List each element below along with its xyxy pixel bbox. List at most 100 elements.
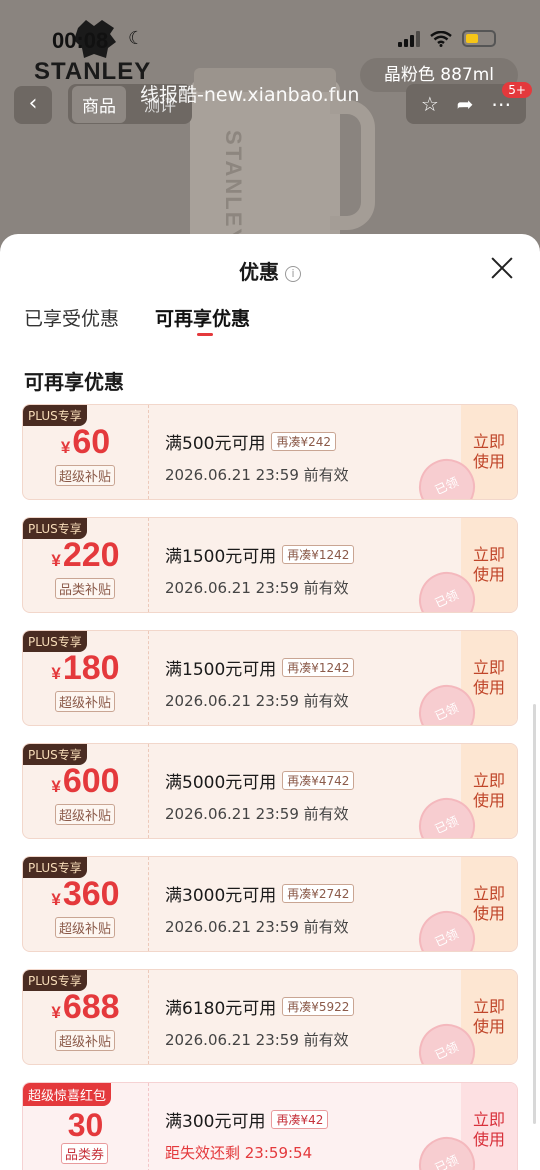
coupon-validity: 2026.06.21 23:59 前有效 bbox=[165, 692, 349, 710]
coupon-card[interactable]: PLUS专享 ¥688 超级补贴 满6180元可用 再凑¥5922 2026.06.21 … bbox=[22, 969, 518, 1065]
brand-name: STANLEY bbox=[34, 58, 152, 85]
coupon-condition-text: 满500元可用 bbox=[165, 434, 266, 454]
currency-symbol: ¥ bbox=[51, 1003, 61, 1022]
coupon-validity: 2026.06.21 23:59 前有效 bbox=[165, 579, 349, 597]
red-packet-coupon[interactable]: 超级惊喜红包 30 品类券 满300元可用 再凑¥42 距失效还剩 23:59:… bbox=[22, 1082, 518, 1170]
coupon-condition-text: 满1500元可用 bbox=[165, 547, 277, 567]
currency-symbol: ¥ bbox=[60, 438, 71, 457]
coupon-card[interactable]: PLUS专享 ¥600 超级补贴 满5000元可用 再凑¥4742 2026.06.21 … bbox=[22, 743, 518, 839]
coupon-left: PLUS专享 ¥60 超级补贴 bbox=[23, 405, 149, 499]
coupon-amount: ¥688 bbox=[23, 988, 148, 1027]
back-button[interactable]: ‹ bbox=[14, 86, 52, 124]
coupon-details: 满1500元可用 再凑¥1242 2026.06.21 23:59 前有效 已领 bbox=[149, 518, 485, 612]
coupon-amount-value: 220 bbox=[62, 536, 120, 574]
wifi-icon bbox=[430, 30, 452, 47]
coupon-condition: 满500元可用 再凑¥242 bbox=[165, 429, 461, 454]
currency-symbol: ¥ bbox=[51, 551, 61, 570]
coupon-card[interactable]: PLUS专享 ¥180 超级补贴 满1500元可用 再凑¥1242 2026.06.21 … bbox=[22, 630, 518, 726]
subsidy-label: 品类补贴 bbox=[55, 578, 116, 599]
watermark-text: 线报酷-new.xianbao.fun bbox=[140, 84, 360, 106]
sheet-title-text: 优惠 bbox=[239, 260, 279, 284]
tab-available[interactable]: 可再享优惠 bbox=[155, 298, 250, 348]
coupon-card[interactable]: PLUS专享 ¥360 超级补贴 满3000元可用 再凑¥2742 2026.06.21 … bbox=[22, 856, 518, 952]
coupon-left: PLUS专享 ¥180 超级补贴 bbox=[23, 631, 149, 725]
coupon-amount: ¥180 bbox=[23, 649, 148, 688]
coupon-left: PLUS专享 ¥220 品类补贴 bbox=[23, 518, 149, 612]
cup-brand-text: STANLEY bbox=[221, 130, 246, 246]
moon-icon: ☾ bbox=[128, 28, 145, 49]
coupon-card[interactable]: PLUS专享 ¥220 品类补贴 满1500元可用 再凑¥1242 2026.06.21 … bbox=[22, 517, 518, 613]
coupon-amount: ¥220 bbox=[23, 536, 148, 575]
add-more-tag: 再凑¥1242 bbox=[282, 658, 355, 677]
coupon-details: 满5000元可用 再凑¥4742 2026.06.21 23:59 前有效 已领 bbox=[149, 744, 485, 838]
section-title: 可再享优惠 bbox=[24, 370, 124, 394]
coupon-amount-value: 60 bbox=[72, 423, 111, 461]
tab-enjoyed[interactable]: 已享受优惠 bbox=[24, 298, 119, 348]
status-time: 00:08 bbox=[52, 28, 109, 53]
coupon-details: 满1500元可用 再凑¥1242 2026.06.21 23:59 前有效 已领 bbox=[149, 631, 485, 725]
coupon-left: PLUS专享 ¥360 超级补贴 bbox=[23, 857, 149, 951]
coupon-validity: 2026.06.21 23:59 前有效 bbox=[165, 1031, 349, 1049]
share-icon[interactable]: ➦ bbox=[457, 92, 474, 116]
coupon-details: 满300元可用 再凑¥42 距失效还剩 23:59:54 已领 bbox=[149, 1083, 485, 1170]
coupon-amount: ¥360 bbox=[23, 875, 148, 914]
add-more-tag: 再凑¥5922 bbox=[282, 997, 355, 1016]
coupon-left: 超级惊喜红包 30 品类券 bbox=[23, 1083, 149, 1170]
coupon-validity: 2026.06.21 23:59 前有效 bbox=[165, 805, 349, 823]
add-more-tag: 再凑¥242 bbox=[271, 432, 336, 451]
coupon-condition: 满6180元可用 再凑¥5922 bbox=[165, 994, 461, 1019]
coupon-amount: ¥60 bbox=[23, 423, 148, 462]
currency-symbol: ¥ bbox=[51, 664, 61, 683]
scrollbar[interactable] bbox=[533, 704, 536, 1124]
info-icon[interactable]: i bbox=[285, 266, 301, 282]
coupon-amount: ¥600 bbox=[23, 762, 148, 801]
coupon-condition: 满1500元可用 再凑¥1242 bbox=[165, 655, 461, 680]
close-icon[interactable] bbox=[490, 256, 514, 280]
cart-count-badge: 5+ bbox=[502, 82, 532, 98]
coupon-condition-text: 满5000元可用 bbox=[165, 773, 277, 793]
subsidy-label: 超级补贴 bbox=[55, 917, 116, 938]
coupon-validity: 2026.06.21 23:59 前有效 bbox=[165, 466, 349, 484]
status-icons bbox=[398, 30, 496, 47]
coupon-amount-value: 30 bbox=[67, 1107, 104, 1143]
sheet-tabs: 已享受优惠 可再享优惠 bbox=[0, 298, 540, 348]
coupon-card[interactable]: PLUS专享 ¥60 超级补贴 满500元可用 再凑¥242 2026.06.21 23:… bbox=[22, 404, 518, 500]
coupon-condition-text: 满1500元可用 bbox=[165, 660, 277, 680]
sheet-header: 优惠 i bbox=[0, 234, 540, 298]
tab-product[interactable]: 商品 bbox=[72, 85, 126, 123]
coupon-validity: 2026.06.21 23:59 前有效 bbox=[165, 918, 349, 936]
coupon-list: PLUS专享 ¥60 超级补贴 满500元可用 再凑¥242 2026.06.21 23:… bbox=[22, 404, 518, 1170]
coupon-condition-text: 满300元可用 bbox=[165, 1112, 266, 1132]
coupon-condition: 满300元可用 再凑¥42 bbox=[165, 1107, 461, 1132]
currency-symbol: ¥ bbox=[51, 890, 61, 909]
battery-icon bbox=[462, 30, 496, 47]
coupon-condition: 满3000元可用 再凑¥2742 bbox=[165, 881, 461, 906]
star-icon[interactable]: ☆ bbox=[421, 92, 439, 116]
signal-icon bbox=[398, 30, 420, 47]
coupon-left: PLUS专享 ¥600 超级补贴 bbox=[23, 744, 149, 838]
add-more-tag: 再凑¥4742 bbox=[282, 771, 355, 790]
coupon-amount-value: 360 bbox=[62, 875, 120, 913]
red-packet-tag: 超级惊喜红包 bbox=[23, 1083, 112, 1106]
cup-handle bbox=[330, 100, 375, 230]
discount-sheet: 优惠 i 已享受优惠 可再享优惠 可再享优惠 PLUS专享 ¥60 超级补贴 满500元… bbox=[0, 234, 540, 1170]
coupon-condition: 满5000元可用 再凑¥4742 bbox=[165, 768, 461, 793]
coupon-amount-value: 180 bbox=[62, 649, 120, 687]
coupon-details: 满6180元可用 再凑¥5922 2026.06.21 23:59 前有效 已领 bbox=[149, 970, 485, 1064]
product-page-background: STANLEY STANLEY 00:08 ☾ 晶粉色 887ml ‹ 商品 测… bbox=[0, 0, 540, 250]
coupon-details: 满3000元可用 再凑¥2742 2026.06.21 23:59 前有效 已领 bbox=[149, 857, 485, 951]
coupon-details: 满500元可用 再凑¥242 2026.06.21 23:59 前有效 已领 bbox=[149, 405, 485, 499]
sheet-title: 优惠 i bbox=[0, 256, 540, 285]
coupon-left: PLUS专享 ¥688 超级补贴 bbox=[23, 970, 149, 1064]
coupon-amount: 30 bbox=[23, 1107, 148, 1144]
coupon-countdown: 距失效还剩 23:59:54 bbox=[165, 1144, 313, 1162]
coupon-condition-text: 满3000元可用 bbox=[165, 886, 277, 906]
coupon-condition-text: 满6180元可用 bbox=[165, 999, 277, 1019]
coupon-type-label: 品类券 bbox=[61, 1143, 109, 1164]
subsidy-label: 超级补贴 bbox=[55, 804, 116, 825]
add-more-tag: 再凑¥1242 bbox=[282, 545, 355, 564]
coupon-amount-value: 600 bbox=[62, 762, 120, 800]
subsidy-label: 超级补贴 bbox=[55, 691, 116, 712]
currency-symbol: ¥ bbox=[51, 777, 61, 796]
subsidy-label: 超级补贴 bbox=[55, 1030, 116, 1051]
